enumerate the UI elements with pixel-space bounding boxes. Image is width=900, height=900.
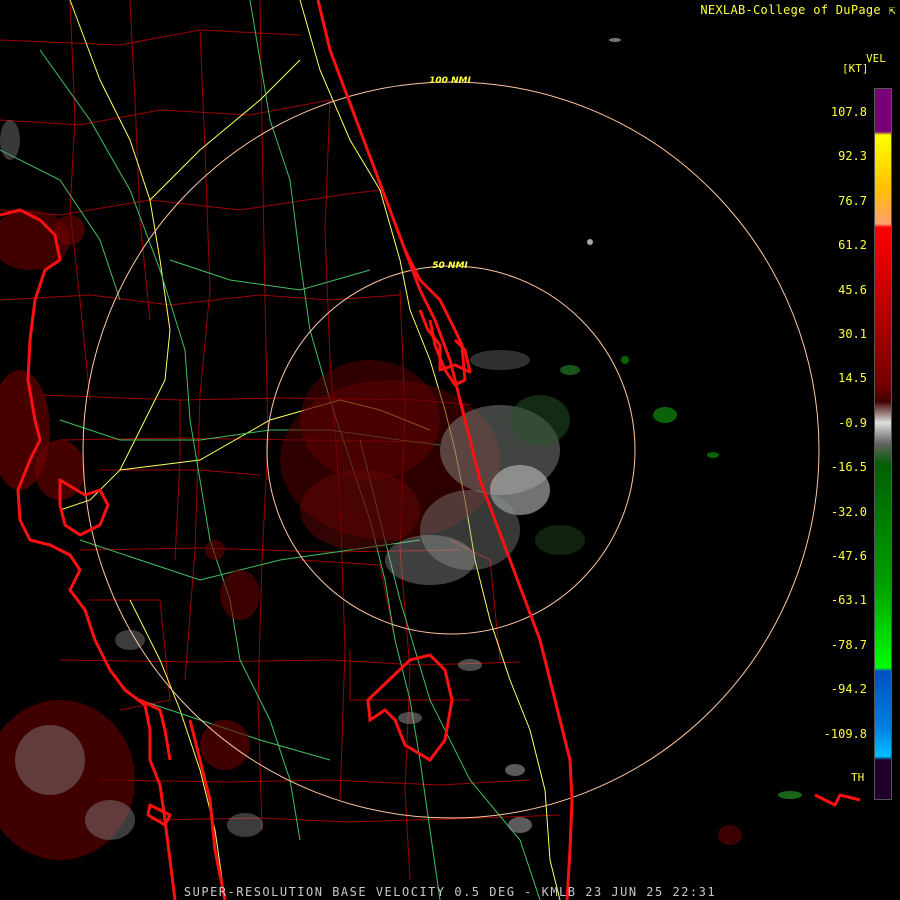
radar-map: 100 NMI 50 NMI [0, 0, 861, 900]
legend-tick-label: -47.6 [830, 549, 867, 563]
legend-tick-label: -63.1 [830, 593, 867, 608]
product-caption: SUPER-RESOLUTION BASE VELOCITY 0.5 DEG -… [183, 885, 717, 899]
credit-text: NEXLAB-College of DuPage [700, 3, 881, 17]
legend-tick-label: 92.3 [838, 149, 867, 164]
legend-tick-label: 76.7 [838, 193, 867, 208]
legend-tick-label: -109.8 [823, 726, 867, 741]
legend-tick-label: -16.5 [830, 460, 867, 475]
range-folded-label: TH [851, 771, 865, 784]
legend-tick-label: -78.7 [830, 637, 867, 652]
legend-tick-label: 61.2 [838, 238, 867, 253]
legend-title: VEL [866, 52, 886, 65]
legend-tick-label: 14.5 [838, 371, 867, 386]
legend-tick-label: -0.9 [838, 415, 867, 430]
range-ring-100-label: 100 NMI [429, 76, 471, 86]
range-ring-50-label: 50 NMI [432, 261, 468, 271]
velocity-color-bar [874, 88, 892, 800]
legend-tick-label: 30.1 [838, 327, 867, 341]
legend-tick-label: -32.0 [830, 504, 867, 519]
legend-tick-label: -94.2 [830, 682, 867, 697]
legend-unit: [KT] [842, 62, 869, 75]
credit-label: NEXLAB-College of DuPage ⇱ [700, 3, 896, 17]
legend-tick-label: 107.8 [830, 105, 867, 119]
legend-tick-label: 45.6 [838, 282, 867, 297]
arrow-icon: ⇱ [888, 3, 896, 17]
